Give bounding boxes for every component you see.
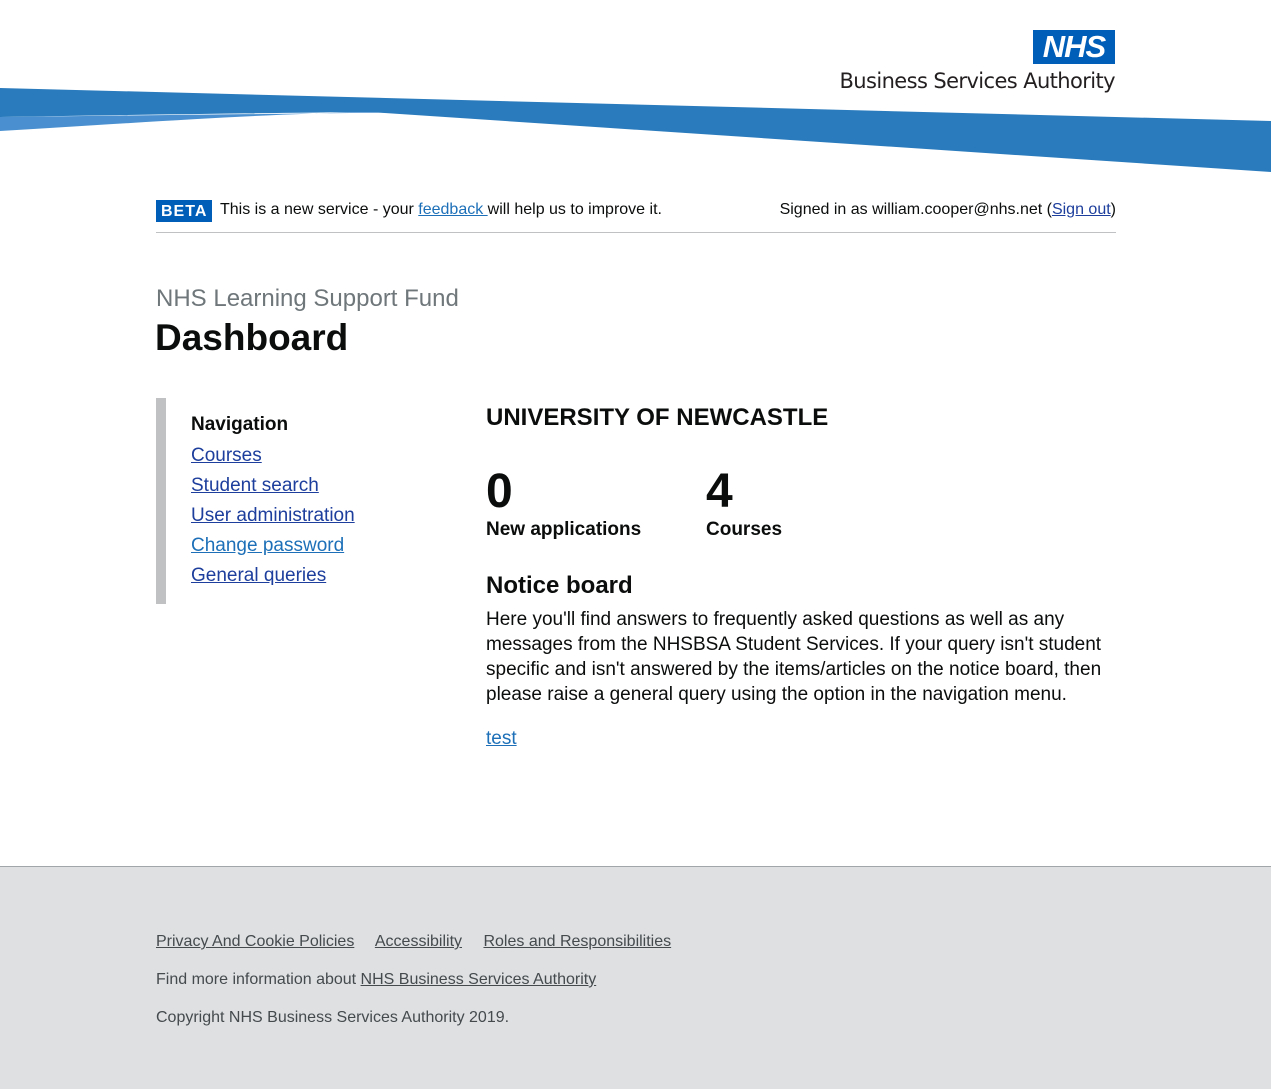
footer-link-accessibility[interactable]: Accessibility — [375, 933, 462, 950]
sidebar-item-general-queries[interactable]: General queries — [191, 565, 326, 586]
sidebar-item-user-administration[interactable]: User administration — [191, 505, 355, 526]
signed-in-user: Signed in as william.cooper@nhs.net ( — [779, 201, 1052, 218]
page-title: Dashboard — [155, 317, 349, 358]
stat-value: 4 — [706, 465, 733, 518]
organisation-name: UNIVERSITY OF NEWCASTLE — [486, 404, 829, 431]
phase-banner: BETA This is a new service - your feedba… — [156, 196, 1116, 233]
stat-label: Courses — [706, 519, 783, 540]
nhsbsa-logo[interactable]: NHS Business Services Authority — [814, 30, 1116, 100]
logo-org-name: Business Services Authority — [839, 69, 1115, 93]
footer-link-nhsbsa[interactable]: NHS Business Services Authority — [361, 971, 597, 988]
notice-board-title: Notice board — [486, 572, 633, 599]
footer-more-prefix: Find more information about — [156, 971, 361, 988]
footer-copyright: Copyright NHS Business Services Authorit… — [156, 1009, 510, 1026]
phase-text-before: This is a new service - your — [220, 201, 419, 218]
sidebar-item-change-password[interactable]: Change password — [191, 535, 344, 556]
footer-link-privacy[interactable]: Privacy And Cookie Policies — [156, 933, 354, 950]
sidebar-item-student-search[interactable]: Student search — [191, 475, 319, 496]
stat-new-applications: 0 New applications — [486, 465, 641, 541]
sidebar-item-courses[interactable]: Courses — [191, 445, 262, 466]
beta-tag: BETA — [156, 200, 213, 222]
stat-label: New applications — [486, 519, 642, 540]
feedback-link[interactable]: feedback — [418, 201, 487, 218]
phase-banner-text: This is a new service - your feedback wi… — [220, 201, 662, 219]
sidebar-title: Navigation — [191, 414, 289, 435]
signed-in-suffix: ) — [1110, 201, 1116, 218]
notice-board-body: Here you'll find answers to frequently a… — [486, 609, 1102, 705]
nhs-logo-mark: NHS — [1033, 30, 1115, 64]
site-header: NHS Business Services Authority — [0, 0, 1271, 180]
sidebar-navigation: Navigation Courses Student search User a… — [156, 398, 396, 604]
footer-more-info: Find more information about NHS Business… — [156, 971, 596, 989]
sign-out-link[interactable]: Sign out — [1052, 201, 1111, 218]
stat-value: 0 — [486, 465, 513, 518]
footer-links: Privacy And Cookie Policies Accessibilit… — [156, 933, 688, 951]
sidebar-list: Courses Student search User administrati… — [191, 444, 355, 594]
site-footer: Privacy And Cookie Policies Accessibilit… — [0, 866, 1271, 1089]
signed-in-status: Signed in as william.cooper@nhs.net (Sig… — [780, 201, 1116, 219]
phase-text-after: will help us to improve it. — [487, 201, 662, 218]
footer-link-roles[interactable]: Roles and Responsibilities — [483, 933, 671, 950]
notice-board-link[interactable]: test — [486, 728, 517, 750]
page-caption: NHS Learning Support Fund — [156, 285, 459, 312]
stat-courses: 4 Courses — [706, 465, 782, 541]
